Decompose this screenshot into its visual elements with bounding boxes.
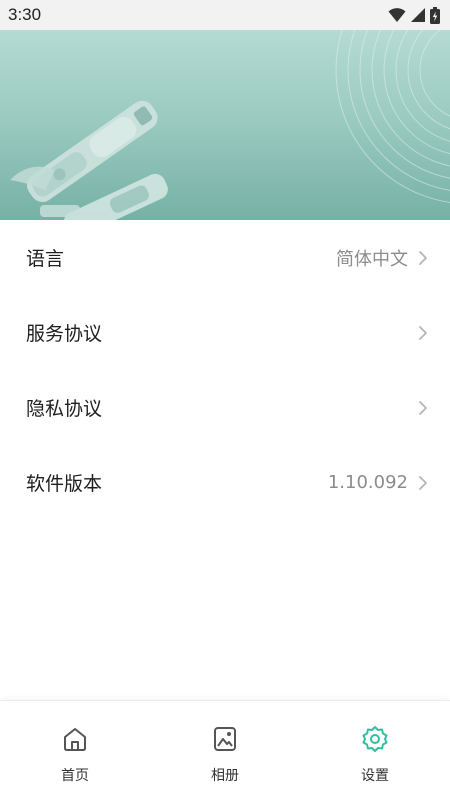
signal-icon (411, 8, 425, 22)
status-bar: 3:30 (0, 0, 450, 30)
nav-label: 首页 (61, 768, 89, 784)
chevron-right-icon (419, 475, 427, 490)
wifi-icon (388, 8, 406, 22)
chevron-right-icon (419, 400, 427, 415)
chevron-right-icon (419, 325, 427, 340)
nav-item-gallery[interactable]: 相册 (150, 701, 300, 800)
row-value: 简体中文 (336, 248, 408, 270)
settings-row-service-agreement[interactable]: 服务协议 (0, 295, 450, 370)
settings-row-privacy-agreement[interactable]: 隐私协议 (0, 370, 450, 445)
settings-list: 语言 简体中文 服务协议 隐私协议 软件版本 1.10.092 (0, 220, 450, 520)
nav-item-home[interactable]: 首页 (0, 701, 150, 800)
row-label: 软件版本 (26, 473, 103, 495)
bottom-nav: 首页 相册 设置 (0, 700, 450, 800)
row-label: 隐私协议 (26, 398, 103, 420)
settings-row-software-version[interactable]: 软件版本 1.10.092 (0, 445, 450, 520)
nav-label: 设置 (361, 768, 389, 784)
nav-label: 相册 (211, 768, 239, 784)
row-label: 语言 (26, 248, 65, 270)
home-icon (64, 728, 86, 751)
chevron-right-icon (419, 250, 427, 265)
status-icons (388, 6, 440, 24)
status-time: 3:30 (8, 5, 42, 24)
battery-charging-icon (430, 6, 440, 24)
nav-item-settings[interactable]: 设置 (300, 701, 450, 800)
row-label: 服务协议 (26, 323, 103, 345)
banner (0, 30, 450, 220)
row-value: 1.10.092 (327, 472, 408, 493)
gallery-icon (214, 727, 236, 751)
vacuum-product-illustration (10, 30, 450, 220)
settings-gear-icon (362, 726, 388, 752)
settings-row-language[interactable]: 语言 简体中文 (0, 220, 450, 295)
